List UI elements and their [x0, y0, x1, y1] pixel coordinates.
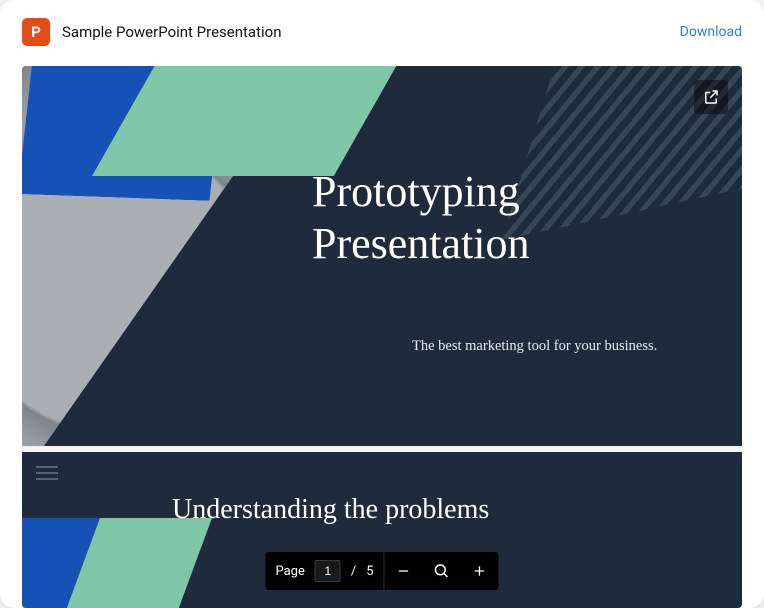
- page-indicator: Page / 5: [265, 552, 383, 590]
- hamburger-icon: [36, 466, 58, 480]
- slide-1: Prototyping Presentation The best market…: [22, 66, 742, 446]
- slide-2: Understanding the problems Page / 5: [22, 452, 742, 608]
- slide-1-title-line1: Prototyping: [312, 166, 530, 218]
- zoom-out-button[interactable]: [385, 552, 423, 590]
- slides-viewport: Prototyping Presentation The best market…: [22, 66, 742, 608]
- page-label: Page: [275, 564, 304, 579]
- page-separator: /: [351, 564, 356, 579]
- zoom-reset-button[interactable]: [423, 552, 461, 590]
- download-link[interactable]: Download: [680, 24, 742, 40]
- header-bar: P Sample PowerPoint Presentation Downloa…: [0, 0, 764, 56]
- open-external-icon: [702, 88, 720, 106]
- minus-icon: [396, 563, 412, 579]
- open-external-button[interactable]: [694, 80, 728, 114]
- magnifier-icon: [433, 562, 451, 580]
- slide-1-subtitle: The best marketing tool for your busines…: [412, 338, 657, 355]
- page-controls: Page / 5: [265, 552, 498, 590]
- slide-1-title-block: Prototyping Presentation: [312, 166, 530, 270]
- page-number-input[interactable]: [315, 560, 341, 582]
- slide-1-title-line2: Presentation: [312, 218, 530, 270]
- page-total: 5: [366, 564, 373, 579]
- powerpoint-icon: P: [22, 18, 50, 46]
- file-title: Sample PowerPoint Presentation: [62, 23, 668, 41]
- plus-icon: [472, 563, 488, 579]
- slide-2-title: Understanding the problems: [172, 494, 489, 526]
- zoom-in-button[interactable]: [461, 552, 499, 590]
- document-viewer-card: P Sample PowerPoint Presentation Downloa…: [0, 0, 764, 608]
